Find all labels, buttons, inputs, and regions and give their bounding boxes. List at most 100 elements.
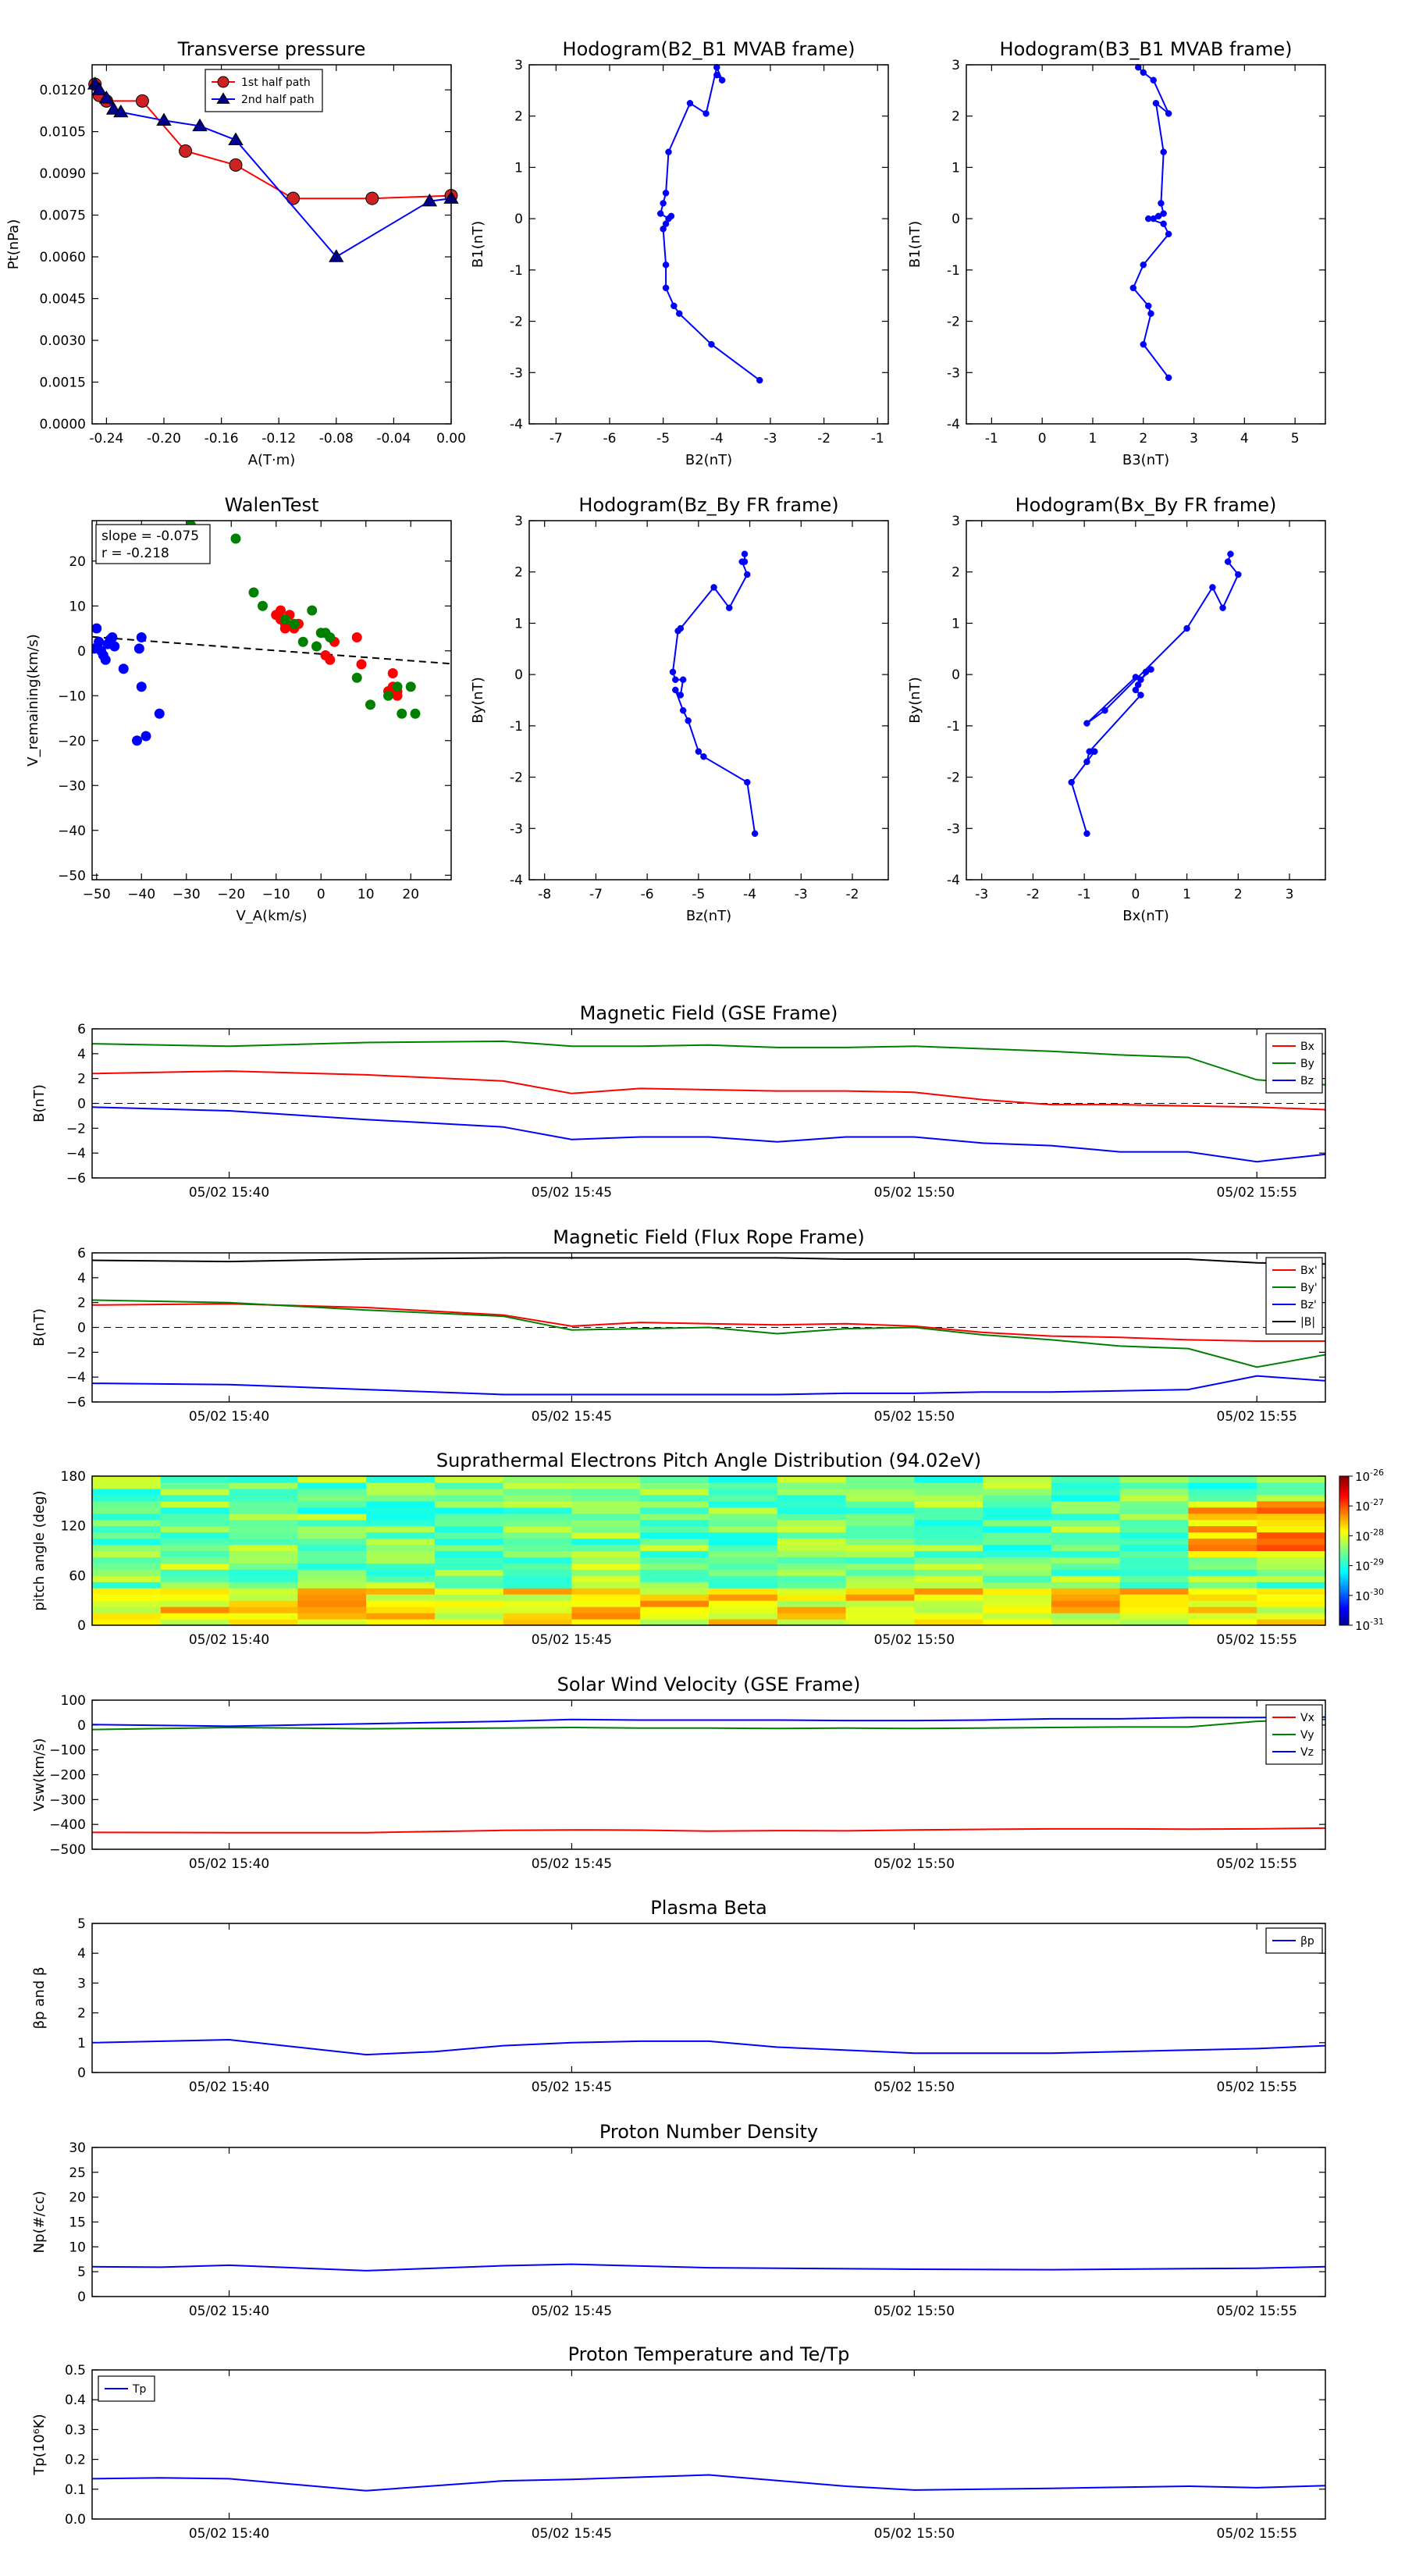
y-axis-label: B1(nT) — [907, 221, 923, 268]
heatmap-cell — [709, 1575, 778, 1582]
y-tick-label: 0.4 — [65, 2393, 86, 2408]
scatter-point — [392, 681, 403, 692]
x-tick-label: 0 — [1038, 431, 1047, 447]
heatmap-cell — [845, 1513, 915, 1521]
hodogram-line — [1070, 553, 1240, 834]
heatmap-cell — [983, 1588, 1052, 1595]
y-tick-label: 0.0105 — [40, 125, 86, 141]
heatmap-cell — [1119, 1594, 1189, 1601]
scatter-point — [258, 600, 268, 611]
heatmap-cell — [983, 1532, 1052, 1539]
scatter-point — [297, 636, 308, 647]
heatmap-cell — [366, 1519, 436, 1527]
x-tick-label: 2 — [1234, 887, 1243, 902]
x-tick-label: 05/02 15:45 — [532, 1185, 612, 1201]
x-tick-label: 05/02 15:55 — [1217, 1632, 1297, 1648]
heatmap-cell — [503, 1507, 572, 1514]
x-tick-label: 0.00 — [436, 431, 466, 447]
y-tick-label: −6 — [66, 1395, 86, 1411]
chart-panel-0: Transverse pressure -0.24 -0.20 -0.16 -0.12 -… — [5, 38, 466, 468]
x-tick-label: -0.24 — [89, 431, 123, 447]
chart-title: Magnetic Field (Flux Rope Frame) — [553, 1226, 864, 1248]
heatmap-cell — [1257, 1500, 1325, 1508]
heatmap-cell — [434, 1538, 504, 1546]
heatmap-cell — [503, 1476, 572, 1483]
y-tick-label: 0.0090 — [40, 166, 86, 182]
data-point — [700, 753, 707, 760]
heatmap-cell — [845, 1494, 915, 1502]
y-tick-label: 25 — [69, 2165, 86, 2181]
y-tick-label: 0.0030 — [40, 333, 86, 349]
heatmap-cell — [709, 1544, 778, 1551]
data-point — [1144, 215, 1152, 222]
heatmap-cell — [366, 1613, 436, 1620]
chart-panel-6: Magnetic Field (GSE Frame) 05/02 15:40 05/… — [31, 1002, 1326, 1201]
heatmap-cell — [571, 1582, 641, 1589]
data-point — [662, 284, 670, 292]
heatmap-cell — [640, 1557, 710, 1564]
data-point — [1219, 604, 1226, 611]
y-axis-label: B(nT) — [31, 1084, 48, 1123]
heatmap-cell — [983, 1619, 1052, 1625]
heatmap-cell — [434, 1519, 504, 1527]
scatter-point — [392, 690, 403, 701]
y-tick-label: 3 — [951, 58, 960, 73]
x-tick-label: −20 — [217, 887, 245, 902]
x-tick-label: -7 — [550, 431, 563, 447]
x-tick-label: -0.20 — [147, 431, 181, 447]
y-tick-label: -3 — [510, 821, 523, 837]
x-tick-label: 05/02 15:40 — [189, 2080, 269, 2095]
heatmap-cell — [92, 1500, 162, 1508]
heatmap-cell — [571, 1575, 641, 1582]
y-tick-label: 0 — [77, 1718, 86, 1734]
heatmap-cell — [503, 1594, 572, 1601]
y-axis-label: By(nT) — [907, 677, 923, 723]
y-axis-label: pitch angle (deg) — [31, 1490, 48, 1610]
heatmap-cell — [297, 1532, 367, 1539]
chart-panel-12: Proton Temperature and Te/Tp 05/02 15:40 0… — [31, 2343, 1326, 2542]
heatmap-cell — [1051, 1488, 1121, 1496]
series-line — [92, 2474, 1325, 2492]
heatmap-cell — [571, 1519, 641, 1527]
y-tick-label: 0.0045 — [40, 292, 86, 308]
heatmap-cell — [1188, 1525, 1257, 1533]
heatmap-cell — [914, 1500, 984, 1508]
heatmap-cell — [1119, 1532, 1189, 1539]
heatmap-cell — [571, 1600, 641, 1607]
series-line — [92, 2263, 1325, 2272]
heatmap-cell — [1188, 1538, 1257, 1546]
heatmap-cell — [160, 1594, 230, 1601]
y-tick-label: 0.2 — [65, 2453, 86, 2468]
heatmap-cell — [914, 1532, 984, 1539]
x-tick-label: 05/02 15:55 — [1217, 2526, 1297, 2542]
heatmap-cell — [1119, 1519, 1189, 1527]
heatmap-cell — [640, 1600, 710, 1607]
heatmap-cell — [366, 1582, 436, 1589]
data-point — [660, 200, 667, 207]
x-tick-label: 1 — [1183, 887, 1191, 902]
figure-canvas: Transverse pressure -0.24 -0.20 -0.16 -0.12 -… — [5, 38, 1384, 2542]
x-tick-label: -1 — [985, 431, 998, 447]
heatmap-cell — [1119, 1557, 1189, 1564]
heatmap-cell — [571, 1619, 641, 1625]
heatmap-cell — [1051, 1569, 1121, 1576]
heatmap-cell — [229, 1606, 298, 1614]
chart-title: Proton Temperature and Te/Tp — [568, 2343, 850, 2365]
heatmap-cell — [160, 1538, 230, 1546]
y-tick-label: 0.0060 — [40, 250, 86, 265]
heatmap-cell — [1257, 1494, 1325, 1502]
heatmap-cell — [914, 1538, 984, 1546]
heatmap-cell — [160, 1557, 230, 1564]
heatmap-cell — [229, 1513, 298, 1521]
heatmap-cell — [297, 1550, 367, 1557]
heatmap-cell — [366, 1482, 436, 1489]
x-axis-label: Bz(nT) — [686, 908, 731, 924]
x-tick-label: -2 — [1026, 887, 1040, 902]
heatmap-cell — [709, 1513, 778, 1521]
data-point — [702, 110, 710, 117]
chart-title: Transverse pressure — [177, 38, 366, 60]
y-tick-label: −40 — [58, 824, 86, 839]
plot-frame — [91, 64, 452, 425]
heatmap-cell — [1119, 1575, 1189, 1582]
heatmap-cell — [1257, 1525, 1325, 1533]
